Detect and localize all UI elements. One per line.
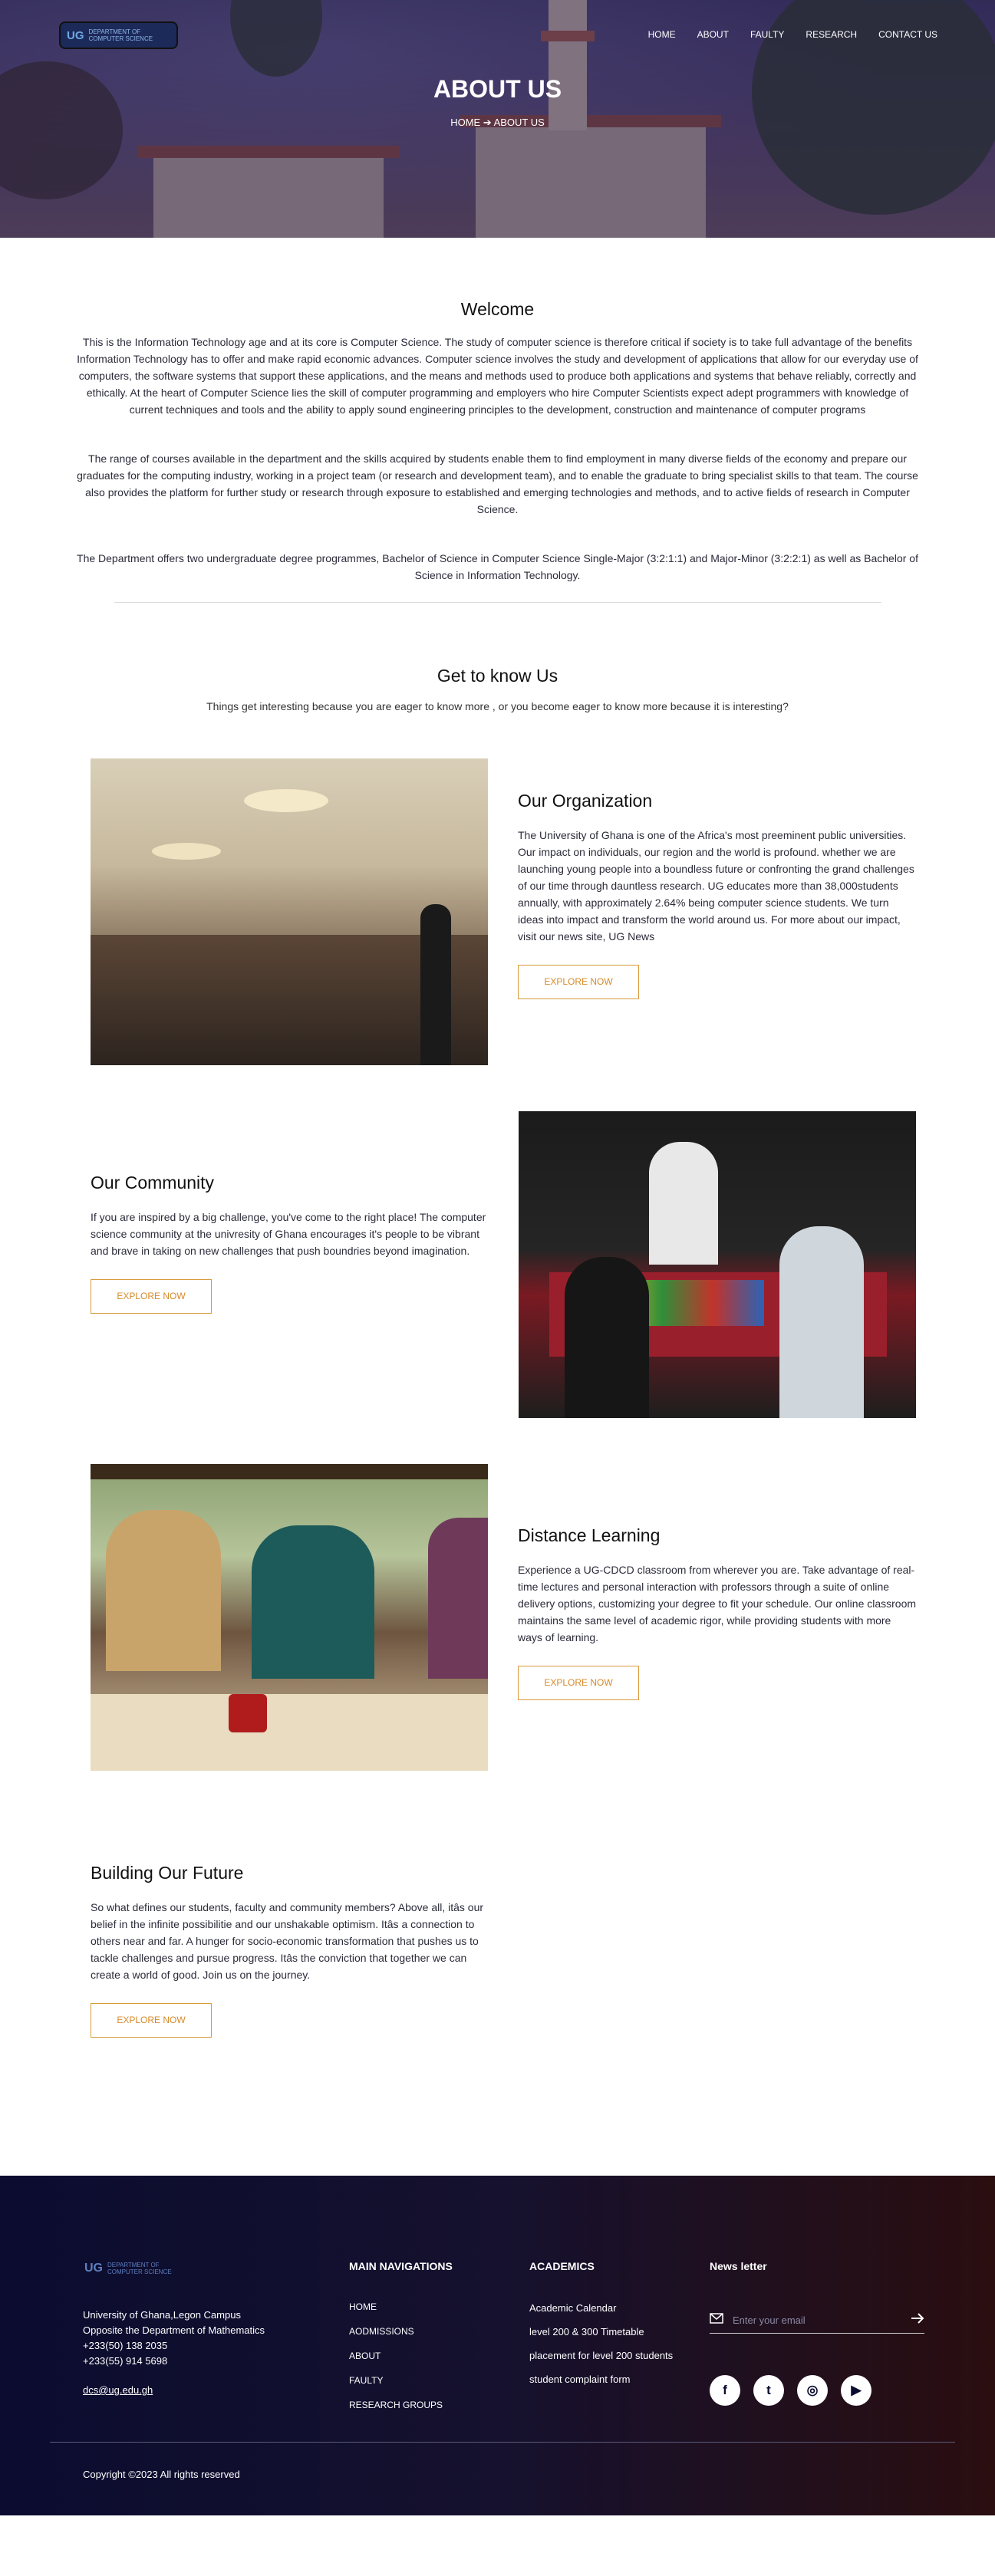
community-photo [519,1111,916,1418]
explore-now-button[interactable]: EXPLORE NOW [518,965,639,999]
feature-description: If you are inspired by a big challenge, … [91,1211,486,1257]
phone-number: +233(50) 138 2035 [83,2340,168,2351]
footer-logo[interactable]: UG Department of Computer Science [84,2262,172,2275]
footer-logo-line1: Department of [107,2262,160,2268]
speaker [420,904,451,1065]
footer-academics: ACADEMICS Academic Calendar level 200 & … [529,2260,675,2397]
address-line: University of Ghana,Legon Campus [83,2309,241,2321]
mug [229,1694,267,1732]
feature-description: The University of Ghana is one of the Af… [518,829,914,943]
know-us-title: Get to know Us [437,666,558,686]
academics-link[interactable]: placement for level 200 students [529,2349,675,2362]
nav-faculty[interactable]: FAULTY [750,29,784,40]
welcome-paragraph: This is the Information Technology age a… [77,336,918,416]
newsletter-email-input[interactable] [733,2314,901,2326]
welcome-title: Welcome [460,299,535,319]
window-frame [91,1464,488,1479]
footer-email-link[interactable]: dcs@ug.edu.gh [83,2384,153,2396]
footer-main-nav-title: MAIN NAVIGATIONS [349,2260,453,2272]
know-us-section: Get to know Us Things get interesting be… [0,666,995,712]
lecture-hall-photo [91,758,488,1065]
nav-research[interactable]: RESEARCH [806,29,857,40]
instagram-icon[interactable]: ◎ [797,2375,828,2406]
site-footer: UG Department of Computer Science Univer… [0,2176,995,2515]
students-studying-photo [91,1464,488,1771]
mail-icon [710,2313,723,2328]
footer-logo-line2: Computer Science [107,2268,172,2275]
welcome-paragraph: The Department offers two undergraduate … [77,552,918,581]
explore-now-button[interactable]: EXPLORE NOW [518,1666,639,1700]
feature-organization: Our Organization The University of Ghana… [0,758,995,1065]
logo-text-line1: Department of [88,28,141,35]
academics-link[interactable]: Academic Calendar [529,2301,675,2314]
welcome-section: Welcome This is the Information Technolo… [72,299,924,584]
feature-title: Building Our Future [91,1863,244,1883]
academics-link[interactable]: student complaint form [529,2373,675,2386]
feature-title: Our Community [91,1173,215,1193]
footer-nav-about[interactable]: ABOUT [349,2351,453,2361]
person [565,1257,649,1418]
feature-text: Our Organization The University of Ghana… [518,791,917,999]
arrow-right-icon[interactable] [911,2313,924,2328]
logo-mark: UG [67,28,84,42]
person [428,1518,488,1679]
feature-text: Distance Learning Experience a UG-CDCD c… [518,1525,917,1700]
footer-divider [50,2442,955,2443]
explore-now-button[interactable]: EXPLORE NOW [91,1279,212,1314]
footer-address: University of Ghana,Legon Campus Opposit… [83,2308,265,2369]
feature-text: Building Our Future So what defines our … [91,1863,489,2038]
address-line: Opposite the Department of Mathematics [83,2324,265,2336]
facebook-icon[interactable]: f [710,2375,740,2406]
ceiling-light [152,843,221,860]
desk [91,1694,488,1771]
ceiling-light [244,789,328,812]
feature-description: So what defines our students, faculty an… [91,1901,484,1981]
breadcrumb: HOME ➔ ABOUT US [450,117,545,128]
social-links: f t ◎ ▶ [710,2375,871,2406]
feature-community: Our Community If you are inspired by a b… [0,1111,995,1418]
hero-banner: UG Department of Computer Science HOME A… [0,0,995,238]
logo-text-line2: Computer Science [88,35,153,42]
feature-title: Our Organization [518,791,653,811]
newsletter-form [710,2308,924,2334]
footer-nav-research-groups[interactable]: RESEARCH GROUPS [349,2400,453,2410]
main-nav: HOME ABOUT FAULTY RESEARCH CONTACT US [648,29,937,40]
person [252,1525,374,1679]
phone-number: +233(55) 914 5698 [83,2355,168,2367]
feature-building-future: Building Our Future So what defines our … [0,1817,995,2062]
feature-description: Experience a UG-CDCD classroom from wher… [518,1564,917,1643]
welcome-paragraph: The range of courses available in the de… [77,452,918,515]
explore-now-button[interactable]: EXPLORE NOW [91,2003,212,2038]
person [649,1142,718,1265]
know-us-subtitle: Things get interesting because you are e… [206,700,789,712]
person [779,1226,864,1418]
newsletter-title: News letter [710,2260,767,2272]
site-logo[interactable]: UG Department of Computer Science [59,21,178,49]
feature-text: Our Community If you are inspired by a b… [91,1173,489,1314]
footer-newsletter: News letter [710,2260,767,2301]
footer-logo-text: Department of Computer Science [107,2262,172,2275]
academics-link[interactable]: level 200 & 300 Timetable [529,2325,675,2338]
nav-about[interactable]: ABOUT [697,29,729,40]
footer-logo-mark: UG [84,2262,103,2275]
footer-academics-title: ACADEMICS [529,2260,595,2272]
person [106,1510,221,1671]
section-divider [114,602,881,603]
nav-contact[interactable]: CONTACT US [878,29,937,40]
copyright: Copyright ©2023 All rights reserved [83,2469,240,2480]
feature-distance-learning: Distance Learning Experience a UG-CDCD c… [0,1464,995,1771]
footer-nav-home[interactable]: HOME [349,2301,453,2312]
logo-text: Department of Computer Science [89,28,153,42]
nav-home[interactable]: HOME [648,29,676,40]
footer-nav-admissions[interactable]: AODMISSIONS [349,2326,453,2337]
twitter-icon[interactable]: t [753,2375,784,2406]
page-title: ABOUT US [433,75,562,103]
youtube-icon[interactable]: ▶ [841,2375,871,2406]
footer-main-nav: MAIN NAVIGATIONS HOME AODMISSIONS ABOUT … [349,2260,453,2424]
footer-nav-faculty[interactable]: FAULTY [349,2375,453,2386]
feature-title: Distance Learning [518,1525,661,1545]
